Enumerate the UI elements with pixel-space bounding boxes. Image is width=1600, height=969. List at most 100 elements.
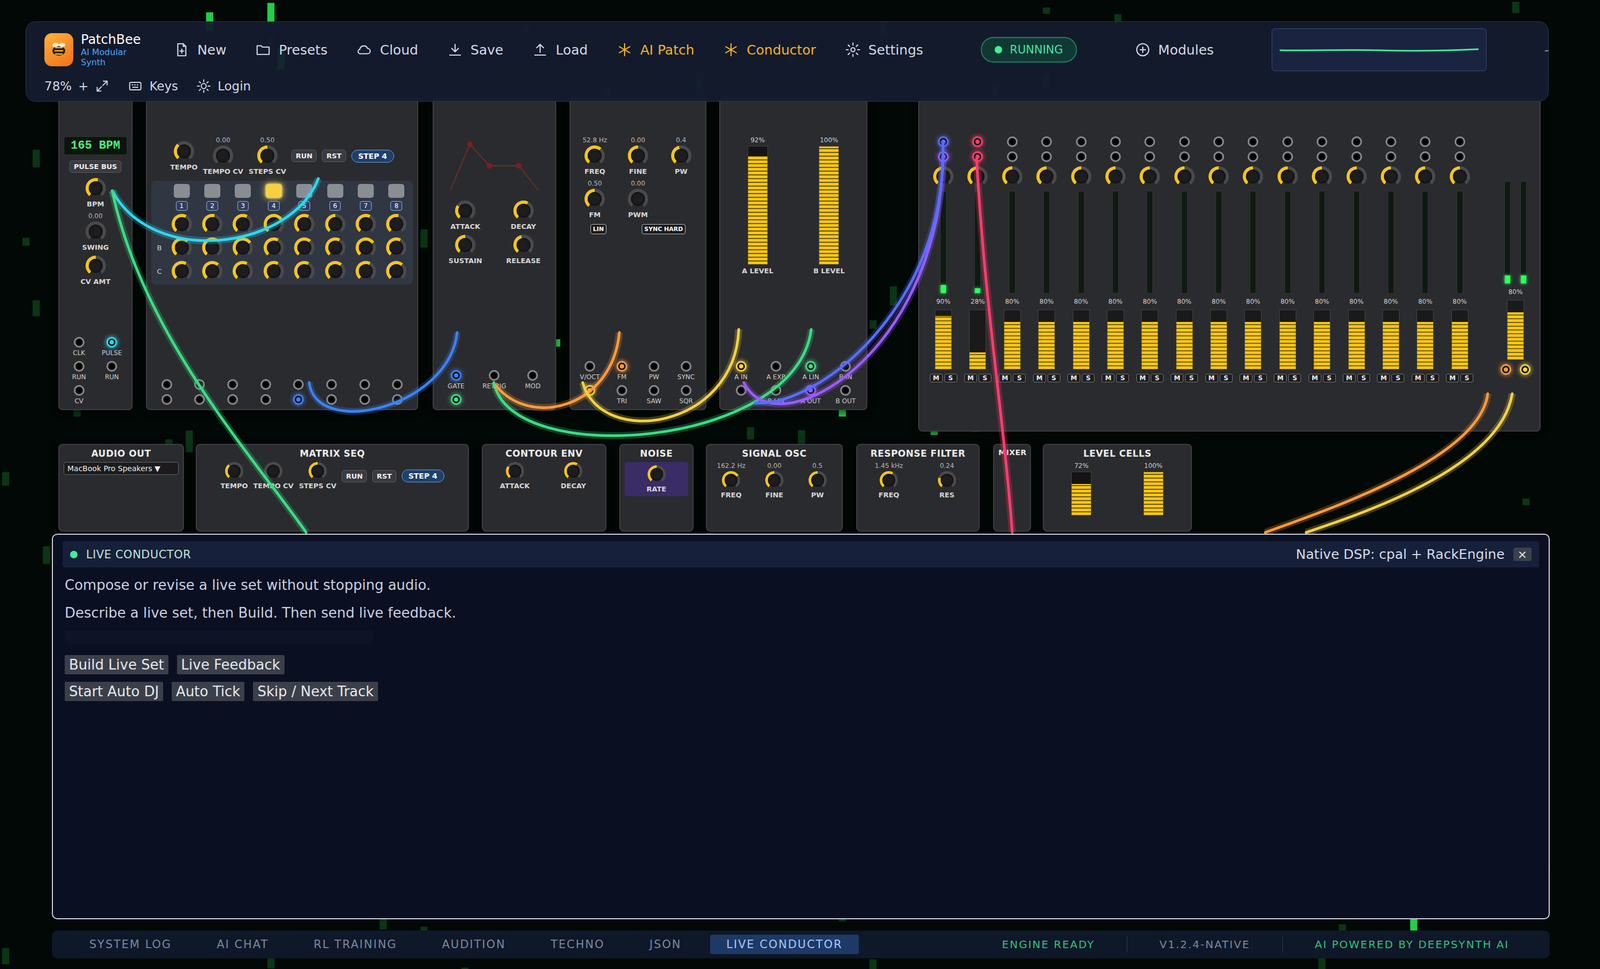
solo-button[interactable]: S — [1391, 373, 1405, 383]
module-panel[interactable]: AUDIO OUTMacBook Pro Speakers ▼ — [58, 443, 184, 532]
knob[interactable] — [355, 213, 376, 235]
zoom-in-button[interactable]: + — [78, 79, 89, 94]
patch-cable[interactable] — [743, 158, 943, 405]
jack-socket[interactable] — [805, 385, 817, 396]
jack-socket[interactable] — [73, 385, 85, 396]
channel-fader[interactable] — [1210, 309, 1228, 370]
jack-socket[interactable] — [616, 385, 628, 396]
toolbar-button[interactable]: AI Patch — [616, 41, 695, 58]
conductor-button[interactable]: Live Feedback — [177, 655, 285, 675]
solo-button[interactable]: S — [1288, 373, 1302, 383]
channel-fader[interactable] — [1348, 309, 1366, 370]
output-device-select[interactable]: MacBook Pro Speakers ▼ — [63, 462, 179, 475]
knob[interactable] — [1277, 166, 1298, 187]
knob[interactable] — [202, 260, 223, 282]
knob[interactable] — [505, 462, 525, 481]
toolbar-button[interactable]: Cloud — [356, 41, 418, 58]
knob[interactable] — [325, 260, 346, 282]
knob[interactable] — [386, 213, 407, 235]
jack-socket[interactable] — [1316, 136, 1328, 148]
mute-button[interactable]: M — [1101, 373, 1115, 383]
module-button[interactable]: PULSE BUS — [69, 160, 122, 173]
modules-button[interactable]: Modules — [1134, 41, 1214, 58]
mute-button[interactable]: M — [964, 373, 978, 383]
knob[interactable] — [627, 188, 649, 210]
knob[interactable] — [1071, 166, 1092, 187]
channel-fader[interactable] — [1279, 309, 1297, 370]
mute-button[interactable]: M — [1308, 373, 1322, 383]
meter-track[interactable] — [1071, 471, 1092, 516]
jack-socket[interactable] — [161, 394, 173, 405]
knob[interactable] — [1208, 166, 1229, 187]
panel-tab[interactable]: RL TRAINING — [297, 934, 413, 955]
knob[interactable] — [171, 237, 192, 258]
run-status[interactable]: RUNNING — [980, 36, 1078, 63]
knob[interactable] — [294, 237, 315, 258]
mute-button[interactable]: M — [1411, 373, 1425, 383]
knob[interactable] — [671, 145, 692, 166]
channel-fader[interactable] — [1244, 309, 1262, 370]
knob[interactable] — [933, 166, 954, 187]
knob[interactable] — [232, 260, 253, 282]
module-button[interactable]: RUN — [291, 149, 317, 163]
module-panel[interactable]: 92%A LEVEL100%B LEVELA INA EXPA LINB INB… — [719, 96, 868, 411]
jack-socket[interactable] — [359, 394, 371, 405]
jack-socket[interactable] — [293, 379, 304, 390]
jack-socket[interactable] — [1006, 151, 1018, 163]
mute-button[interactable]: M — [1239, 373, 1253, 383]
jack-socket[interactable] — [840, 360, 851, 372]
jack-socket[interactable] — [260, 379, 272, 390]
live-set-input[interactable] — [64, 630, 373, 645]
jack-socket[interactable] — [1351, 151, 1363, 163]
jack-socket[interactable] — [1282, 136, 1294, 148]
channel-fader[interactable] — [968, 309, 987, 370]
jack-socket[interactable] — [227, 394, 238, 405]
mute-button[interactable]: M — [1342, 373, 1356, 383]
channel-fader[interactable] — [1141, 309, 1159, 370]
jack-socket[interactable] — [1282, 151, 1294, 163]
knob[interactable] — [1174, 166, 1195, 187]
knob[interactable] — [232, 213, 253, 235]
step-pad[interactable] — [296, 183, 313, 198]
channel-fader[interactable] — [1072, 309, 1090, 370]
step-pad[interactable] — [204, 183, 221, 198]
channel-fader[interactable] — [1451, 309, 1469, 370]
jack-socket[interactable] — [73, 360, 85, 372]
module-panel[interactable]: 90%MS28%MS80%MS80%MS80%MS80%MS80%MS80%MS… — [918, 96, 1541, 432]
knob[interactable] — [263, 237, 284, 258]
knob[interactable] — [513, 234, 534, 256]
patch-cable[interactable] — [495, 332, 620, 408]
mute-button[interactable]: M — [1377, 373, 1390, 383]
jack-socket[interactable] — [161, 379, 173, 390]
solo-button[interactable]: S — [1322, 373, 1336, 383]
knob[interactable] — [1346, 166, 1367, 187]
knob[interactable] — [1242, 166, 1264, 187]
module-panel[interactable]: ATTACKDECAYSUSTAINRELEASEGATERETRIGMOD — [432, 96, 557, 411]
jack-socket[interactable] — [450, 394, 462, 405]
knob[interactable] — [647, 465, 666, 484]
module-button[interactable]: RST — [321, 149, 346, 163]
knob[interactable] — [1380, 166, 1402, 187]
conductor-button[interactable]: Skip / Next Track — [252, 681, 378, 702]
knob[interactable] — [627, 145, 649, 166]
solo-button[interactable]: S — [1116, 373, 1129, 383]
patch-cable[interactable] — [494, 329, 812, 436]
jack-socket[interactable] — [1351, 136, 1363, 148]
knob[interactable] — [1449, 166, 1471, 187]
solo-button[interactable]: S — [1150, 373, 1164, 383]
jack-socket[interactable] — [227, 379, 238, 390]
knob[interactable] — [85, 221, 106, 242]
toolbar-button[interactable]: Settings — [844, 41, 924, 58]
knob[interactable] — [294, 213, 315, 235]
patch-cable[interactable] — [112, 178, 319, 241]
jack-socket[interactable] — [1179, 136, 1190, 148]
solo-button[interactable]: S — [1357, 373, 1371, 383]
solo-button[interactable]: S — [944, 373, 958, 383]
mode-switch[interactable]: SYNC HARD — [641, 224, 686, 235]
solo-button[interactable]: S — [1254, 373, 1267, 383]
panel-tab[interactable]: JSON — [633, 934, 698, 955]
jack-socket[interactable] — [937, 136, 949, 148]
patch-cable[interactable] — [1305, 393, 1512, 533]
module-panel[interactable]: TEMPO0.00TEMPO CV0.50STEPS CVRUNRSTSTEP … — [145, 96, 419, 411]
module-button[interactable]: RUN — [341, 470, 367, 483]
